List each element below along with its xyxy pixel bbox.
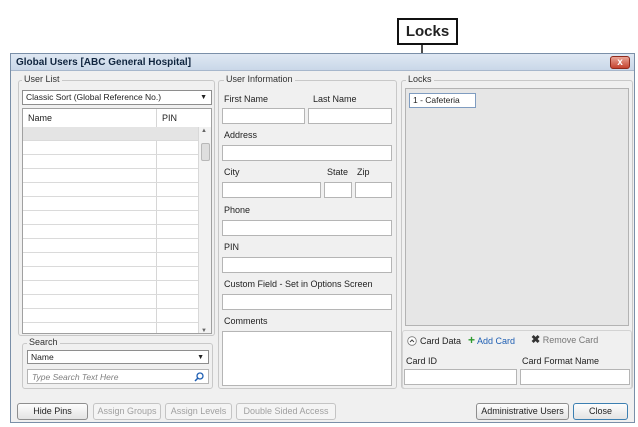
administrative-users-button[interactable]: Administrative Users bbox=[476, 403, 569, 420]
comments-field[interactable] bbox=[222, 331, 392, 386]
state-label: State bbox=[327, 167, 349, 177]
scroll-thumb[interactable] bbox=[201, 143, 210, 161]
card-id-label: Card ID bbox=[406, 356, 438, 366]
double-sided-access-button[interactable]: Double Sided Access bbox=[236, 403, 336, 420]
column-header-pin[interactable]: PIN bbox=[162, 113, 177, 124]
address-field[interactable] bbox=[222, 145, 392, 161]
card-id-field[interactable] bbox=[404, 369, 517, 385]
remove-card-label: Remove Card bbox=[542, 335, 599, 345]
user-list-grid[interactable]: Name PIN ▲ ▼ bbox=[22, 108, 212, 334]
table-row[interactable] bbox=[23, 323, 211, 333]
table-row[interactable] bbox=[23, 281, 211, 295]
user-information-label: User Information bbox=[224, 74, 295, 85]
locks-label: Locks bbox=[406, 74, 434, 85]
comments-label: Comments bbox=[224, 316, 268, 326]
scroll-up-icon[interactable]: ▲ bbox=[201, 128, 207, 134]
table-row[interactable] bbox=[23, 183, 211, 197]
city-label: City bbox=[224, 167, 240, 177]
phone-label: Phone bbox=[224, 205, 251, 215]
table-row[interactable] bbox=[23, 225, 211, 239]
locks-callout: Locks bbox=[397, 18, 458, 45]
user-list-label: User List bbox=[22, 74, 62, 85]
address-label: Address bbox=[224, 130, 258, 140]
add-card-label: Add Card bbox=[477, 336, 516, 346]
collapse-icon[interactable] bbox=[407, 336, 417, 346]
table-row[interactable] bbox=[23, 211, 211, 225]
chevron-down-icon: ▼ bbox=[197, 354, 204, 361]
custom-field-label: Custom Field - Set in Options Screen bbox=[224, 279, 373, 289]
window-close-button[interactable]: x bbox=[610, 56, 630, 69]
card-format-field[interactable] bbox=[520, 369, 630, 385]
lock-item[interactable]: 1 - Cafeteria bbox=[409, 93, 476, 108]
sort-select[interactable]: Classic Sort (Global Reference No.) ▼ bbox=[22, 90, 212, 105]
chevron-down-icon: ▼ bbox=[200, 94, 207, 101]
state-field[interactable] bbox=[324, 182, 352, 198]
window-title: Global Users [ABC General Hospital] bbox=[16, 57, 192, 68]
column-header-name[interactable]: Name bbox=[28, 113, 52, 124]
assign-levels-button[interactable]: Assign Levels bbox=[165, 403, 232, 420]
plus-icon: + bbox=[468, 333, 476, 347]
hide-pins-button[interactable]: Hide Pins bbox=[17, 403, 88, 420]
city-field[interactable] bbox=[222, 182, 321, 198]
table-row[interactable] bbox=[23, 169, 211, 183]
pin-field[interactable] bbox=[222, 257, 392, 273]
table-row[interactable] bbox=[23, 197, 211, 211]
table-row[interactable] bbox=[23, 267, 211, 281]
close-button[interactable]: Close bbox=[573, 403, 628, 420]
first-name-label: First Name bbox=[224, 94, 269, 104]
card-format-label: Card Format Name bbox=[522, 356, 600, 366]
table-row[interactable] bbox=[23, 127, 211, 141]
locks-list[interactable] bbox=[405, 88, 629, 326]
vertical-scrollbar[interactable]: ▲ ▼ bbox=[198, 127, 211, 333]
table-row[interactable] bbox=[23, 253, 211, 267]
table-row[interactable] bbox=[23, 141, 211, 155]
search-icon[interactable] bbox=[194, 372, 204, 382]
search-input[interactable]: Type Search Text Here bbox=[27, 369, 209, 384]
first-name-field[interactable] bbox=[222, 108, 305, 124]
remove-card-button[interactable]: ✖ Remove Card bbox=[531, 335, 598, 347]
assign-groups-button[interactable]: Assign Groups bbox=[93, 403, 161, 420]
add-card-button[interactable]: + Add Card bbox=[468, 333, 516, 347]
last-name-label: Last Name bbox=[313, 94, 357, 104]
search-field-value: Name bbox=[31, 352, 54, 362]
remove-icon: ✖ bbox=[531, 334, 541, 346]
table-row[interactable] bbox=[23, 239, 211, 253]
card-data-label: Card Data bbox=[420, 336, 462, 346]
pin-label: PIN bbox=[224, 242, 240, 252]
phone-field[interactable] bbox=[222, 220, 392, 236]
table-row[interactable] bbox=[23, 295, 211, 309]
zip-field[interactable] bbox=[355, 182, 392, 198]
grid-header: Name PIN bbox=[23, 109, 211, 128]
search-field-select[interactable]: Name ▼ bbox=[27, 350, 209, 364]
zip-label: Zip bbox=[357, 167, 370, 177]
sort-select-value: Classic Sort (Global Reference No.) bbox=[26, 92, 162, 102]
last-name-field[interactable] bbox=[308, 108, 392, 124]
custom-field-input[interactable] bbox=[222, 294, 392, 310]
search-label: Search bbox=[27, 337, 60, 348]
table-row[interactable] bbox=[23, 309, 211, 323]
search-placeholder: Type Search Text Here bbox=[32, 372, 119, 382]
scroll-down-icon[interactable]: ▼ bbox=[201, 328, 207, 333]
table-row[interactable] bbox=[23, 155, 211, 169]
